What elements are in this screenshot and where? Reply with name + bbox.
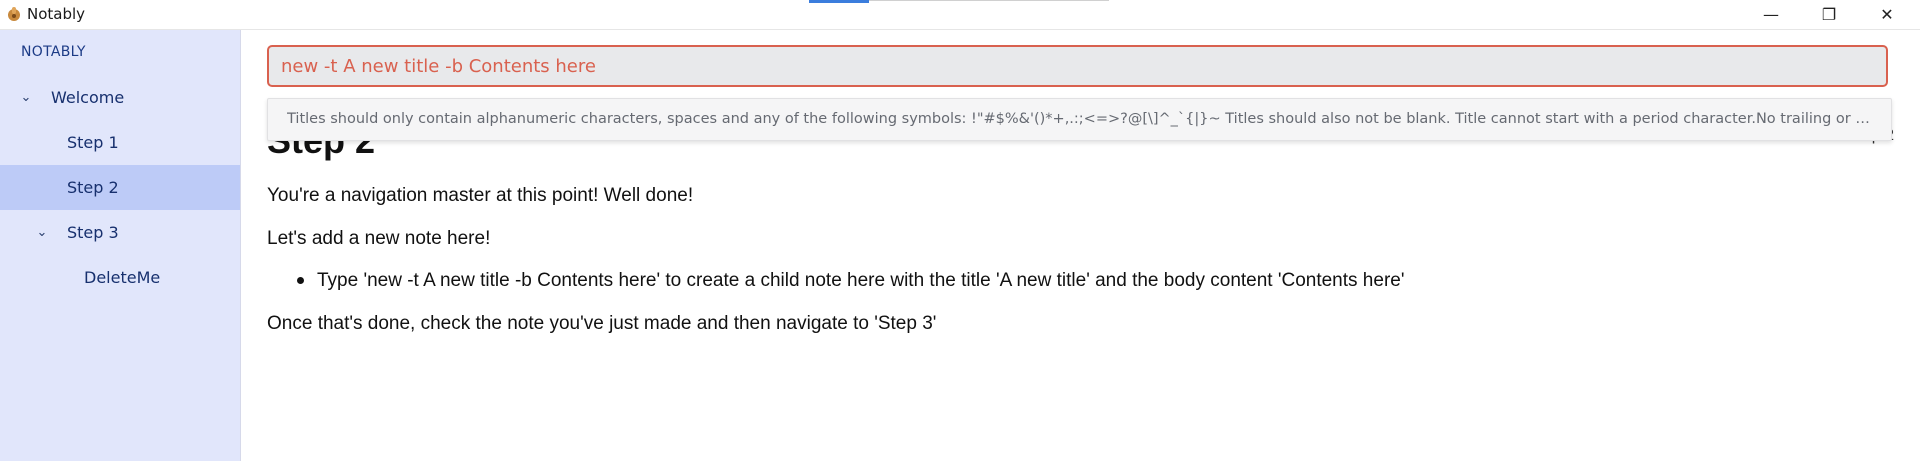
close-button[interactable]: ✕ (1858, 0, 1916, 29)
command-error-message: Titles should only contain alphanumeric … (287, 111, 1872, 127)
close-icon: ✕ (1880, 5, 1894, 24)
restore-icon: ❐ (1821, 5, 1837, 24)
tree-item-step-2[interactable]: Step 2 (0, 165, 240, 210)
minimize-button[interactable]: — (1742, 0, 1800, 29)
minimize-icon: — (1763, 5, 1779, 24)
command-input[interactable] (267, 45, 1888, 87)
tree-item-label: Step 1 (67, 133, 119, 152)
tree-item-deleteme[interactable]: DeleteMe (0, 255, 240, 300)
tree-item-step-1[interactable]: Step 1 (0, 120, 240, 165)
top-indicator (809, 0, 869, 3)
bullet-marker (297, 277, 304, 284)
tree-item-label: Step 2 (67, 178, 119, 197)
note-paragraph: You're a navigation master at this point… (267, 185, 694, 206)
sidebar: NOTABLY ⌄ Welcome Step 1 Step 2 ⌄ Step 3… (0, 30, 241, 461)
title-bar: Notably — ❐ ✕ (0, 0, 1920, 30)
chevron-down-icon[interactable]: ⌄ (19, 90, 33, 105)
note-bullet: Type 'new -t A new title -b Contents her… (317, 270, 1405, 291)
tree-item-label: Welcome (51, 88, 125, 107)
tree-item-step-3[interactable]: ⌄ Step 3 (0, 210, 240, 255)
tree-item-welcome[interactable]: ⌄ Welcome (0, 75, 240, 120)
tree-item-label: DeleteMe (84, 268, 161, 287)
note-paragraph: Let's add a new note here! (267, 228, 491, 249)
chevron-down-icon[interactable]: ⌄ (35, 225, 49, 240)
note-view: Step 2 / Welcome/ Step 2 You're a naviga… (241, 30, 1920, 461)
note-paragraph: Once that's done, check the note you've … (267, 313, 937, 334)
sidebar-header: NOTABLY (21, 44, 86, 60)
app-logo-icon (8, 7, 20, 21)
window-title: Notably (27, 5, 86, 23)
tree-item-label: Step 3 (67, 223, 119, 242)
maximize-button[interactable]: ❐ (1800, 0, 1858, 29)
command-error-popup: Titles should only contain alphanumeric … (267, 98, 1892, 141)
